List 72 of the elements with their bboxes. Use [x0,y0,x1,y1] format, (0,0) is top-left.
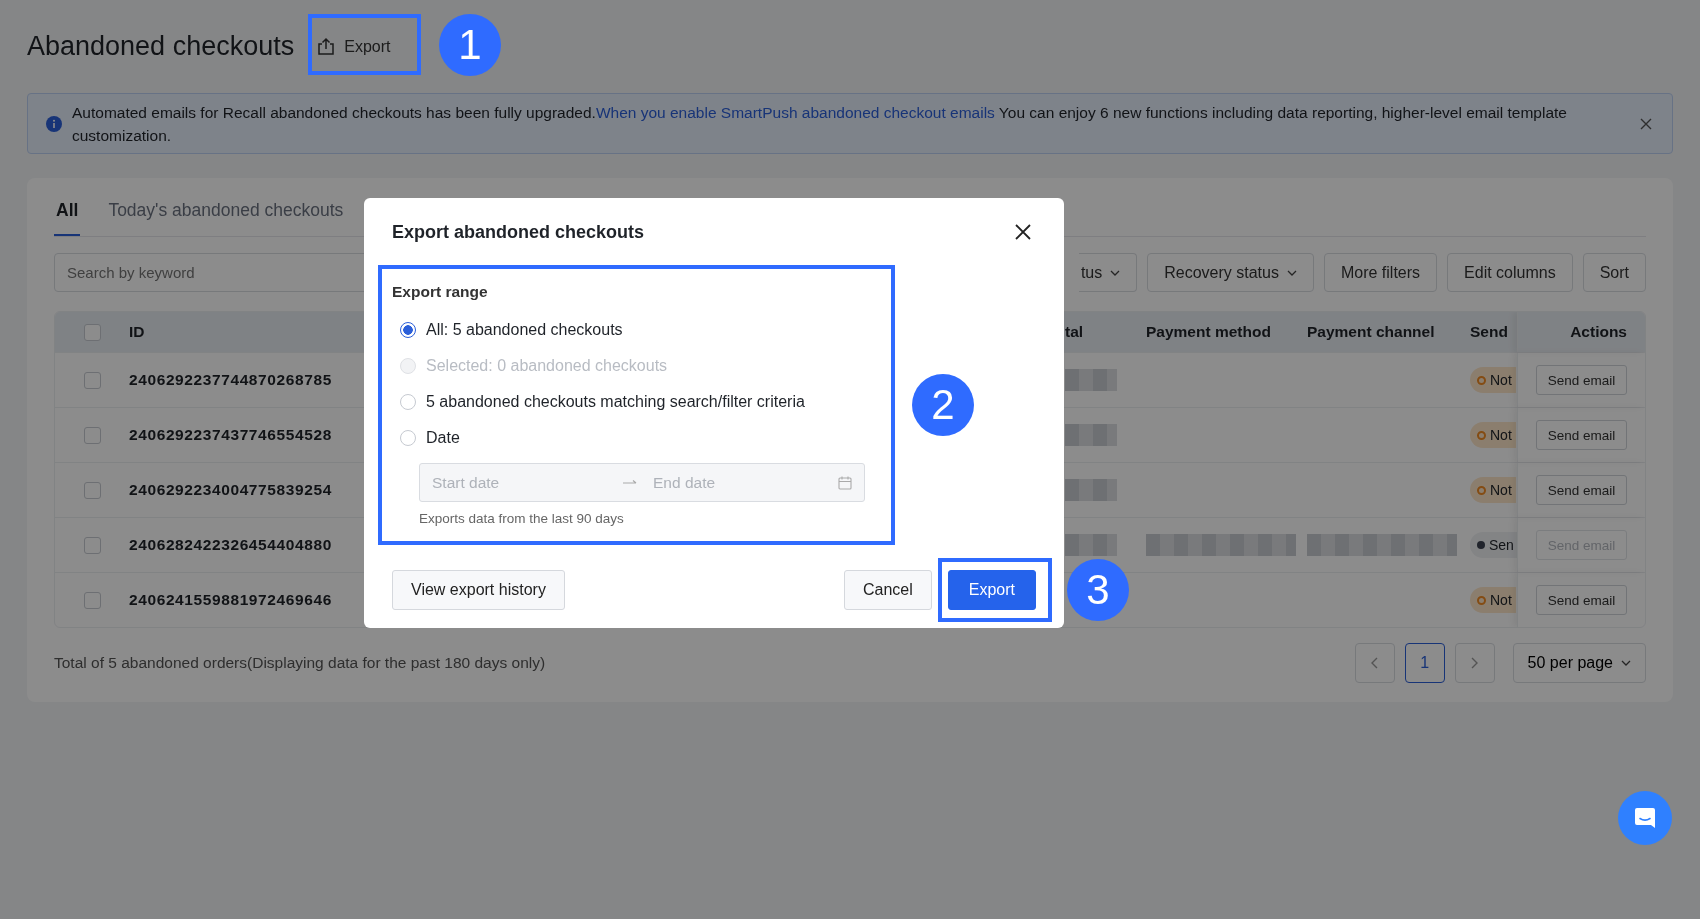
column-header: Payment method [1146,323,1271,341]
column-header: tal [1065,323,1084,341]
status-dot [1477,541,1485,549]
status-ring-icon [1477,430,1486,440]
total-text: Total of 5 abandoned orders(Displaying data for the past 180 days only) [54,654,546,672]
export-button[interactable]: Export [947,570,1036,610]
option-label: Selected: 0 abandoned checkouts [426,357,668,375]
option-label: Date [426,429,460,447]
option-label: All: 5 abandoned checkouts [426,321,623,339]
checkout-id: 2406292237437746554528 [129,426,332,444]
filter-button[interactable]: Edit columns [1447,253,1573,292]
filter-button[interactable]: Sort [1582,253,1646,292]
send-email-button[interactable]: Send email [1535,420,1628,450]
checkbox[interactable] [83,536,101,554]
checkbox[interactable] [83,591,101,609]
send-email-button[interactable]: Send email [1535,475,1628,505]
checkbox[interactable] [83,371,101,389]
banner-text: Automated emails for Recall abandoned checkouts has been fully upgraded.When you enable SmartPush abandoned checkout emails You can enjoy 6 new functions including data reporting, higher-level email template customization. [72,102,1568,146]
page-button[interactable]: 1 [1404,643,1445,683]
close-icon[interactable] [1015,224,1031,240]
info-icon [46,115,62,132]
send-email-button[interactable]: Send email [1535,585,1628,615]
chevron-right-icon [1471,657,1479,669]
chevron-icon [1110,269,1121,276]
filter-button[interactable]: More filters [1323,253,1438,292]
status-badge: Not [1470,587,1516,613]
checkbox[interactable] [83,426,101,444]
calendar-icon [838,475,852,490]
chevron-icon [1621,660,1631,666]
column-header: Send [1470,323,1508,341]
tab[interactable]: Today's abandoned checkouts [106,178,346,236]
checkout-id: 2406282422326454404880 [129,536,332,554]
column-header: Payment channel [1307,323,1435,341]
export-button[interactable]: Export [308,30,399,63]
checkbox[interactable] [83,481,101,499]
hint-text: Exports data from the last 90 days [419,510,625,528]
checkout-id: 2406241559881972469646 [129,591,332,609]
send-email-button[interactable]: Send email [1535,365,1628,395]
page-title: Abandoned checkouts [27,31,295,62]
previous-page-button[interactable] [1354,643,1395,683]
status-ring-icon [1477,375,1486,385]
step-badge: 1 [439,14,501,76]
tab[interactable]: All [54,178,81,236]
status-badge: Not [1470,367,1516,393]
status-badge: Not [1470,422,1516,448]
upload-icon [316,36,337,57]
start-date-placeholder: Start date [432,473,501,492]
status-badge: Sen [1470,532,1518,558]
column-header: Actions [1570,323,1627,341]
chevron-icon [1286,269,1297,276]
status-ring-icon [1477,595,1486,605]
arrow-icon [623,479,637,486]
status-ring-icon [1477,485,1486,495]
smartpush-link[interactable]: When you enable SmartPush abandoned checkout emails [595,103,995,121]
option-label: 5 abandoned checkouts matching search/filter criteria [426,393,805,411]
checkout-id: 2406292234004775839254 [129,481,332,499]
chevron-left-icon [1371,657,1379,669]
column-header: ID [129,323,145,341]
checkbox[interactable] [83,323,101,341]
filter-button[interactable]: tus [1078,253,1138,292]
per-page-select[interactable]: 50 per page [1512,643,1646,683]
next-page-button[interactable] [1454,643,1495,683]
cancel-button[interactable]: Cancel [843,570,932,610]
checkout-id: 2406292237744870268785 [129,371,332,389]
chat-icon [1633,806,1657,830]
view-history-button[interactable]: View export history [392,570,565,610]
status-badge: Not [1470,477,1516,503]
dialog-title: Export abandoned checkouts [392,221,645,243]
end-date-placeholder: End date [653,473,716,492]
radio-button[interactable] [400,322,416,338]
chat-button[interactable] [1618,791,1672,845]
filter-button[interactable]: Recovery status [1147,253,1314,292]
